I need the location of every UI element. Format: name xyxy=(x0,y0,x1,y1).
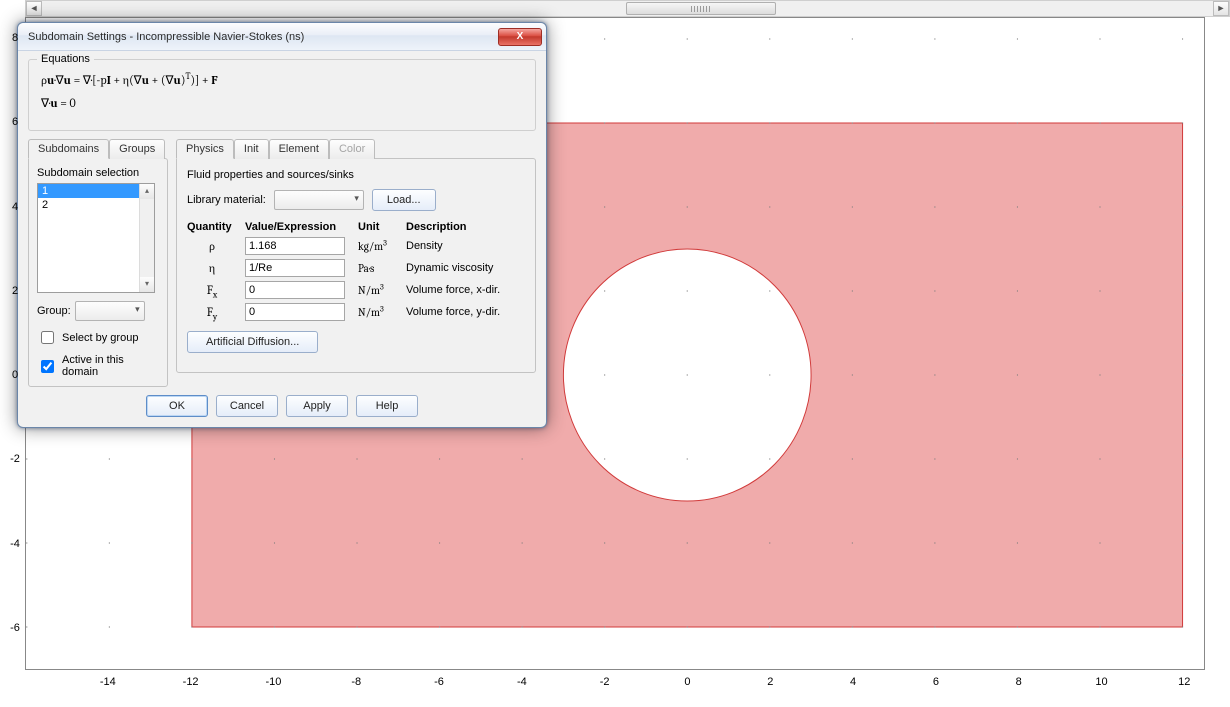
select-by-group-label[interactable]: Select by group xyxy=(62,332,138,344)
x-tick-label: -4 xyxy=(517,676,527,688)
load-button[interactable]: Load... xyxy=(372,189,436,211)
col-value: Value/Expression xyxy=(245,221,350,233)
value-input-1[interactable] xyxy=(245,259,345,277)
description-label: Dynamic viscosity xyxy=(406,262,525,274)
quantity-symbol: η xyxy=(187,261,237,276)
y-tick-label: 0 xyxy=(12,369,18,381)
x-tick-label: 6 xyxy=(933,676,939,688)
active-in-domain-checkbox[interactable] xyxy=(41,360,54,373)
description-label: Density xyxy=(406,240,525,252)
y-tick-label: 2 xyxy=(12,285,18,297)
tab-color: Color xyxy=(329,139,375,159)
library-material-combo[interactable] xyxy=(274,190,364,210)
col-quantity: Quantity xyxy=(187,221,237,233)
y-tick-label: -2 xyxy=(10,453,20,465)
y-tick-label: -4 xyxy=(10,538,20,550)
x-tick-label: -2 xyxy=(600,676,610,688)
listbox-scrollbar[interactable]: ▴ ▾ xyxy=(139,184,154,292)
x-tick-label: -10 xyxy=(265,676,281,688)
y-tick-label: -6 xyxy=(10,622,20,634)
dialog-title: Subdomain Settings - Incompressible Navi… xyxy=(28,31,304,43)
list-item[interactable]: 1 xyxy=(38,184,154,198)
tab-groups[interactable]: Groups xyxy=(109,139,165,159)
group-combo[interactable] xyxy=(75,301,145,321)
x-tick-label: 10 xyxy=(1095,676,1107,688)
active-in-domain-label[interactable]: Active in this domain xyxy=(62,354,159,378)
artificial-diffusion-button[interactable]: Artificial Diffusion... xyxy=(187,331,318,353)
group-label: Group: xyxy=(37,305,71,317)
quantity-symbol: ρ xyxy=(187,239,237,254)
equation-2: ∇·u = 0 xyxy=(41,96,523,110)
listbox-scroll-down[interactable]: ▾ xyxy=(140,277,154,292)
tab-subdomains[interactable]: Subdomains xyxy=(28,139,109,159)
subdomain-settings-dialog: Subdomain Settings - Incompressible Navi… xyxy=(17,22,547,428)
x-tick-label: 8 xyxy=(1016,676,1022,688)
x-tick-label: 2 xyxy=(767,676,773,688)
unit-label: N/m3 xyxy=(358,306,398,319)
description-label: Volume force, x-dir. xyxy=(406,284,525,296)
x-tick-label: -14 xyxy=(100,676,116,688)
cancel-button[interactable]: Cancel xyxy=(216,395,278,417)
y-tick-label: 6 xyxy=(12,116,18,128)
description-label: Volume force, y-dir. xyxy=(406,306,525,318)
tab-physics[interactable]: Physics xyxy=(176,139,234,159)
equation-1: ρu·∇u = ∇·[-pI + η(∇u + (∇u)T)] + F xyxy=(41,73,523,88)
tab-element[interactable]: Element xyxy=(269,139,329,159)
quantity-symbol: Fx xyxy=(187,283,237,297)
list-item[interactable]: 2 xyxy=(38,198,154,212)
value-input-3[interactable] xyxy=(245,303,345,321)
listbox-scroll-up[interactable]: ▴ xyxy=(140,184,154,199)
subdomain-listbox[interactable]: 12 ▴ ▾ xyxy=(37,183,155,293)
value-input-2[interactable] xyxy=(245,281,345,299)
scroll-left-arrow[interactable]: ◄ xyxy=(26,1,42,16)
equations-fieldset: Equations ρu·∇u = ∇·[-pI + η(∇u + (∇u)T)… xyxy=(28,59,536,131)
quantity-symbol: Fy xyxy=(187,305,237,319)
y-tick-label: 4 xyxy=(12,201,18,213)
col-unit: Unit xyxy=(358,221,398,233)
x-tick-label: -8 xyxy=(351,676,361,688)
main-h-scrollbar[interactable]: ◄ ► xyxy=(25,0,1230,17)
close-button[interactable]: X xyxy=(498,28,542,46)
tab-init[interactable]: Init xyxy=(234,139,269,159)
unit-label: kg/m3 xyxy=(358,240,398,253)
unit-label: Pa·s xyxy=(358,262,398,275)
x-tick-label: 0 xyxy=(684,676,690,688)
ok-button[interactable]: OK xyxy=(146,395,208,417)
select-by-group-checkbox[interactable] xyxy=(41,331,54,344)
dialog-titlebar[interactable]: Subdomain Settings - Incompressible Navi… xyxy=(18,23,546,51)
equations-legend: Equations xyxy=(37,53,94,65)
scroll-right-arrow[interactable]: ► xyxy=(1213,1,1229,16)
x-tick-label: -12 xyxy=(183,676,199,688)
y-tick-label: 8 xyxy=(12,32,18,44)
subdomain-selection-label: Subdomain selection xyxy=(37,167,159,179)
value-input-0[interactable] xyxy=(245,237,345,255)
x-tick-label: -6 xyxy=(434,676,444,688)
unit-label: N/m3 xyxy=(358,284,398,297)
help-button[interactable]: Help xyxy=(356,395,418,417)
x-tick-label: 12 xyxy=(1178,676,1190,688)
apply-button[interactable]: Apply xyxy=(286,395,348,417)
library-material-label: Library material: xyxy=(187,194,266,206)
col-description: Description xyxy=(406,221,525,233)
x-tick-label: 4 xyxy=(850,676,856,688)
scroll-thumb[interactable] xyxy=(626,2,776,15)
fluid-properties-heading: Fluid properties and sources/sinks xyxy=(187,169,525,181)
